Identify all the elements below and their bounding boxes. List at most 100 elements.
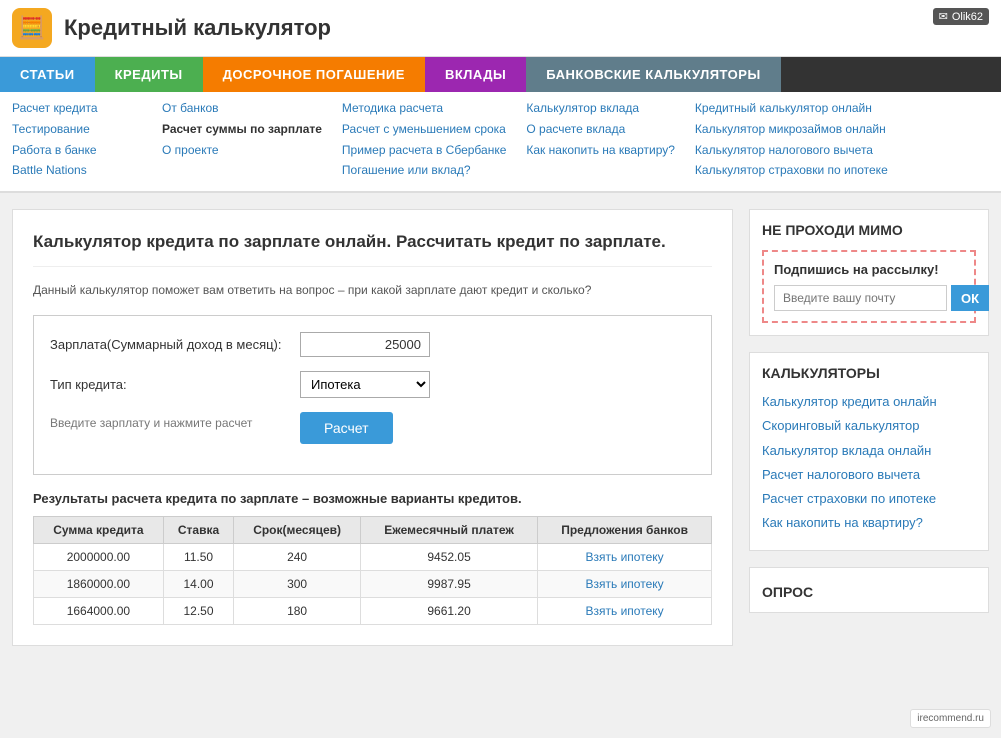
newsletter-box: НЕ ПРОХОДИ МИМО Подпишись на рассылку! О…	[749, 209, 989, 336]
sidebar-calc-link-3[interactable]: Расчет налогового вычета	[762, 466, 976, 484]
link-save-apartment[interactable]: Как накопить на квартиру?	[526, 142, 675, 159]
page-title: Калькулятор кредита по зарплате онлайн. …	[33, 230, 712, 267]
calculators-title: КАЛЬКУЛЯТОРЫ	[762, 365, 976, 381]
mortgage-link[interactable]: Взять ипотеку	[586, 604, 664, 618]
link-insurance-calc[interactable]: Калькулятор страховки по ипотеке	[695, 162, 888, 179]
col-header-offers: Предложения банков	[538, 516, 712, 543]
dropdown-col-4: Калькулятор вклада О расчете вклада Как …	[526, 100, 695, 183]
sidebar-calc-link-0[interactable]: Калькулятор кредита онлайн	[762, 393, 976, 411]
cell-link[interactable]: Взять ипотеку	[538, 597, 712, 624]
table-row: 1664000.00 12.50 180 9661.20 Взять ипоте…	[34, 597, 712, 624]
col-header-sum: Сумма кредита	[34, 516, 164, 543]
cell-payment: 9987.95	[360, 570, 537, 597]
salary-input[interactable]	[300, 332, 430, 357]
sidebar-calc-link-5[interactable]: Как накопить на квартиру?	[762, 514, 976, 532]
username: Olik62	[952, 11, 983, 23]
cell-rate: 11.50	[163, 543, 233, 570]
nav-item-bank-calculators[interactable]: БАНКОВСКИЕ КАЛЬКУЛЯТОРЫ	[526, 57, 780, 92]
mortgage-link[interactable]: Взять ипотеку	[586, 550, 664, 564]
site-logo: 🧮	[12, 8, 52, 48]
link-about[interactable]: О проекте	[162, 142, 322, 159]
cell-term: 300	[234, 570, 361, 597]
dropdown-col-2: От банков Расчет суммы по зарплате О про…	[162, 100, 342, 183]
newsletter-form: ОК	[774, 285, 964, 311]
sidebar: НЕ ПРОХОДИ МИМО Подпишись на рассылку! О…	[749, 209, 989, 646]
site-title: Кредитный калькулятор	[64, 15, 331, 41]
link-bank-work[interactable]: Работа в банке	[12, 142, 142, 159]
calculator-icon: 🧮	[18, 15, 45, 41]
main-layout: Калькулятор кредита по зарплате онлайн. …	[0, 193, 1001, 662]
link-sberbank-example[interactable]: Пример расчета в Сбербанке	[342, 142, 506, 159]
salary-label: Зарплата(Суммарный доход в месяц):	[50, 337, 300, 352]
salary-row: Зарплата(Суммарный доход в месяц):	[50, 332, 695, 357]
cell-rate: 14.00	[163, 570, 233, 597]
nav-item-deposits[interactable]: ВКЛАДЫ	[425, 57, 526, 92]
link-testing[interactable]: Тестирование	[12, 121, 142, 138]
hint-row: Введите зарплату и нажмите расчет Расчет	[50, 412, 695, 444]
opros-title: ОПРОС	[762, 584, 976, 600]
link-pay-or-deposit[interactable]: Погашение или вклад?	[342, 162, 506, 179]
results-table: Сумма кредита Ставка Срок(месяцев) Ежеме…	[33, 516, 712, 625]
credit-type-select[interactable]: Ипотека Потребительский Автокредит	[300, 371, 430, 398]
recommend-badge: irecommend.ru	[910, 709, 991, 728]
link-reduce-term[interactable]: Расчет с уменьшением срока	[342, 121, 506, 138]
cell-term: 240	[234, 543, 361, 570]
calculator-links: Калькулятор кредита онлайн Скоринговый ка…	[762, 393, 976, 532]
link-salary-calc[interactable]: Расчет суммы по зарплате	[162, 121, 322, 138]
user-badge: ✉ Olik62	[933, 8, 989, 25]
cell-rate: 12.50	[163, 597, 233, 624]
col-header-payment: Ежемесячный платеж	[360, 516, 537, 543]
credit-type-row: Тип кредита: Ипотека Потребительский Авт…	[50, 371, 695, 398]
cell-payment: 9661.20	[360, 597, 537, 624]
opros-box: ОПРОС	[749, 567, 989, 613]
cell-link[interactable]: Взять ипотеку	[538, 570, 712, 597]
link-battle-nations[interactable]: Battle Nations	[12, 162, 142, 179]
mortgage-link[interactable]: Взять ипотеку	[586, 577, 664, 591]
cell-payment: 9452.05	[360, 543, 537, 570]
dropdown-area: Расчет кредита Тестирование Работа в бан…	[0, 92, 1001, 193]
link-tax-deduction-calc[interactable]: Калькулятор налогового вычета	[695, 142, 888, 159]
link-deposit-calc[interactable]: Калькулятор вклада	[526, 100, 675, 117]
credit-type-label: Тип кредита:	[50, 377, 300, 392]
header: 🧮 Кредитный калькулятор ✉ Olik62	[0, 0, 1001, 57]
nav-item-articles[interactable]: СТАТЬИ	[0, 57, 95, 92]
table-header-row: Сумма кредита Ставка Срок(месяцев) Ежеме…	[34, 516, 712, 543]
cell-sum: 2000000.00	[34, 543, 164, 570]
link-deposit-info[interactable]: О расчете вклада	[526, 121, 675, 138]
sidebar-calc-link-2[interactable]: Калькулятор вклада онлайн	[762, 442, 976, 460]
sidebar-calc-link-4[interactable]: Расчет страховки по ипотеке	[762, 490, 976, 508]
calculate-button[interactable]: Расчет	[300, 412, 393, 444]
cell-link[interactable]: Взять ипотеку	[538, 543, 712, 570]
sidebar-calc-link-1[interactable]: Скоринговый калькулятор	[762, 417, 976, 435]
cell-term: 180	[234, 597, 361, 624]
cell-sum: 1664000.00	[34, 597, 164, 624]
dropdown-col-1: Расчет кредита Тестирование Работа в бан…	[12, 100, 162, 183]
content-description: Данный калькулятор поможет вам ответить …	[33, 281, 712, 299]
main-nav: СТАТЬИ КРЕДИТЫ ДОСРОЧНОЕ ПОГАШЕНИЕ ВКЛАД…	[0, 57, 1001, 92]
link-credit-calc[interactable]: Расчет кредита	[12, 100, 142, 117]
calculator-form: Зарплата(Суммарный доход в месяц): Тип к…	[33, 315, 712, 475]
main-content: Калькулятор кредита по зарплате онлайн. …	[12, 209, 733, 646]
calculators-box: КАЛЬКУЛЯТОРЫ Калькулятор кредита онлайн С…	[749, 352, 989, 551]
table-row: 2000000.00 11.50 240 9452.05 Взять ипоте…	[34, 543, 712, 570]
table-row: 1860000.00 14.00 300 9987.95 Взять ипоте…	[34, 570, 712, 597]
newsletter-section-title: НЕ ПРОХОДИ МИМО	[762, 222, 976, 238]
col-header-rate: Ставка	[163, 516, 233, 543]
link-from-banks[interactable]: От банков	[162, 100, 322, 117]
link-credit-calc-online[interactable]: Кредитный калькулятор онлайн	[695, 100, 888, 117]
results-title: Результаты расчета кредита по зарплате –…	[33, 491, 712, 506]
link-microloan-calc[interactable]: Калькулятор микрозаймов онлайн	[695, 121, 888, 138]
newsletter-submit-button[interactable]: ОК	[951, 285, 989, 311]
nav-item-credits[interactable]: КРЕДИТЫ	[95, 57, 203, 92]
dropdown-col-3: Методика расчета Расчет с уменьшением ср…	[342, 100, 526, 183]
form-hint: Введите зарплату и нажмите расчет	[50, 416, 300, 430]
newsletter-inner: Подпишись на рассылку! ОК	[762, 250, 976, 323]
dropdown-col-5: Кредитный калькулятор онлайн Калькулятор…	[695, 100, 908, 183]
nav-item-early-payment[interactable]: ДОСРОЧНОЕ ПОГАШЕНИЕ	[203, 57, 425, 92]
mail-icon: ✉	[939, 10, 948, 23]
link-method[interactable]: Методика расчета	[342, 100, 506, 117]
newsletter-label: Подпишись на рассылку!	[774, 262, 964, 277]
col-header-term: Срок(месяцев)	[234, 516, 361, 543]
cell-sum: 1860000.00	[34, 570, 164, 597]
newsletter-email-input[interactable]	[774, 285, 947, 311]
